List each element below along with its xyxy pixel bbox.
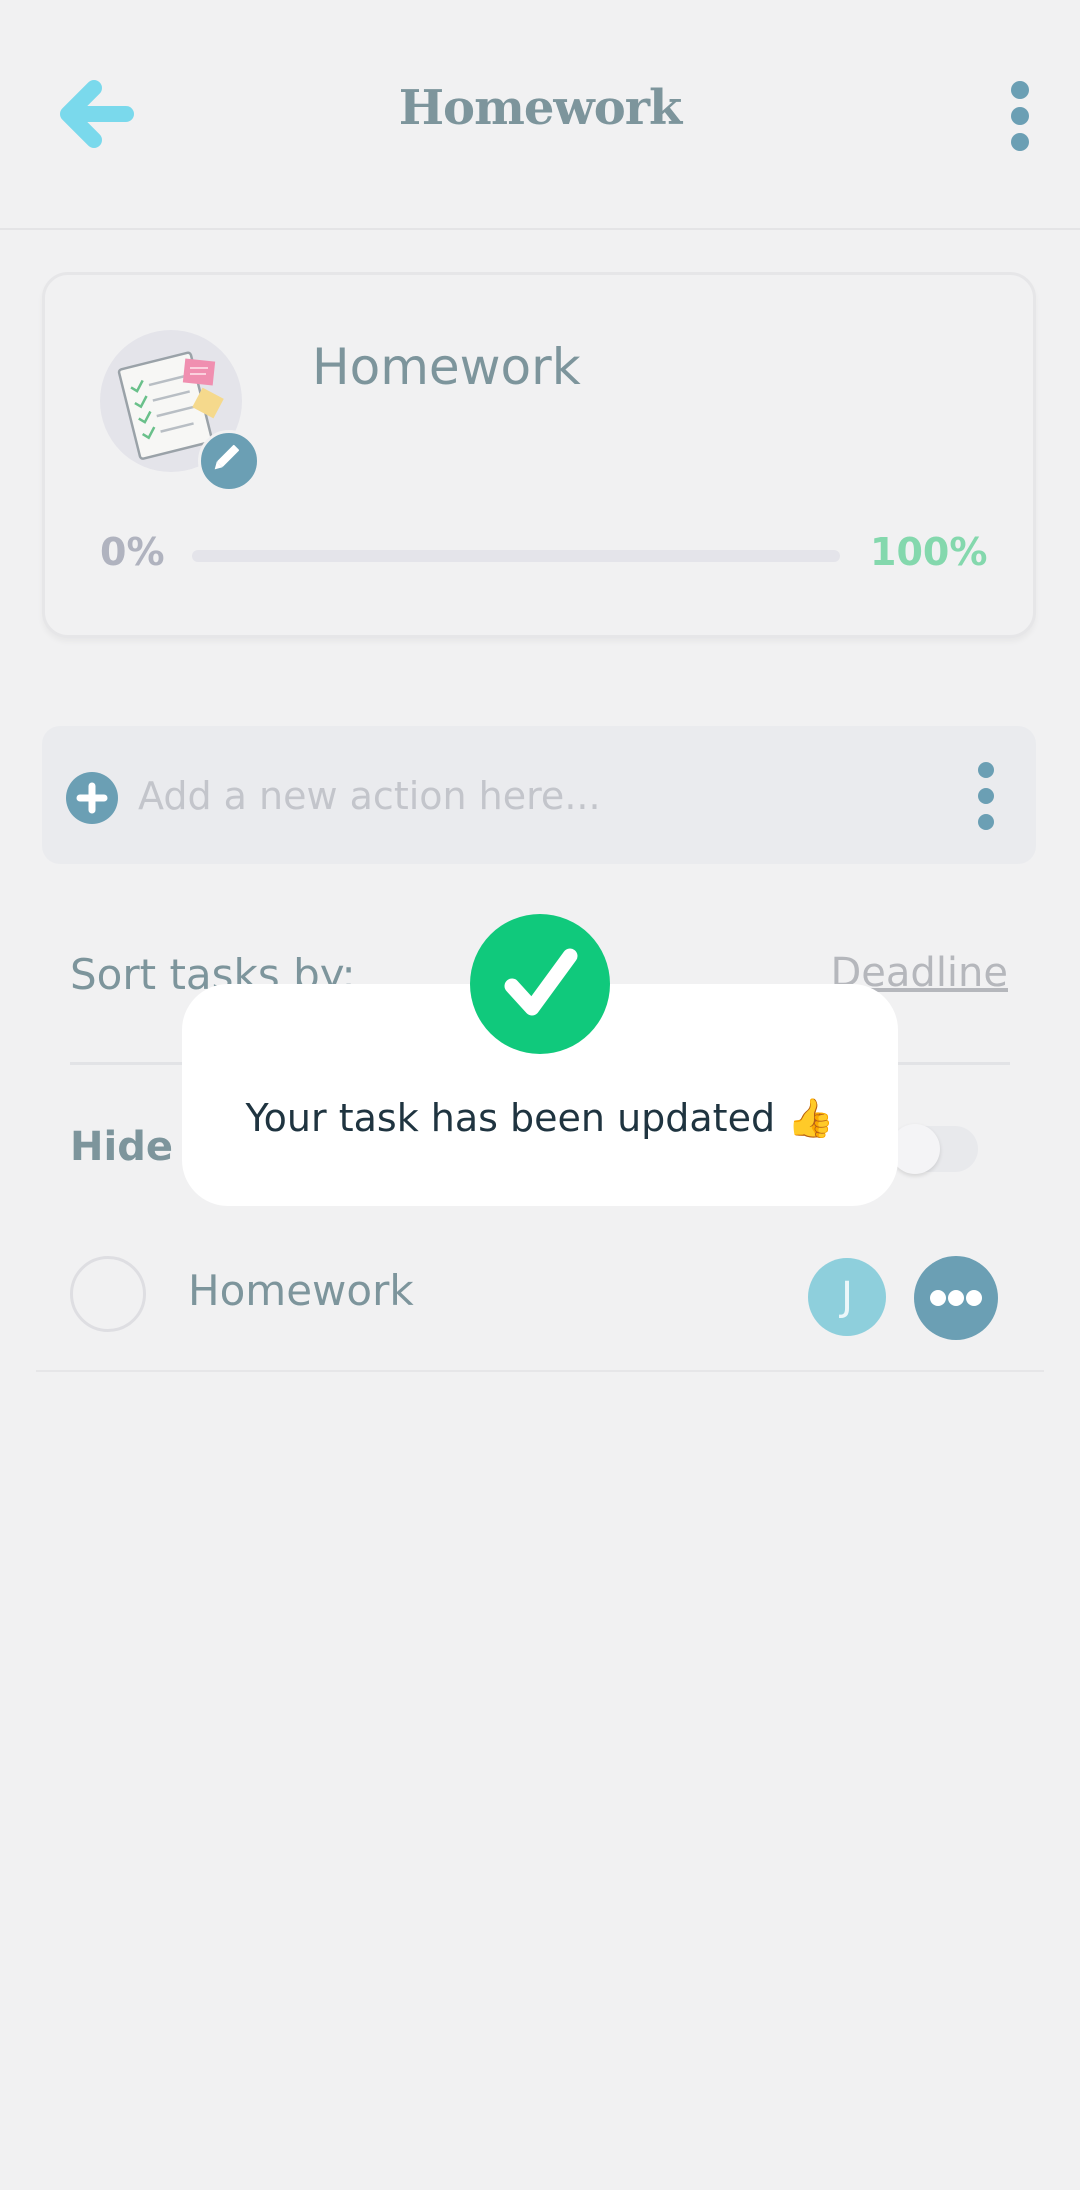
horizontal-ellipsis-icon: [930, 1290, 982, 1306]
edit-project-button[interactable]: [198, 430, 260, 492]
add-action-button[interactable]: [66, 772, 118, 824]
progress-start-label: 0%: [100, 530, 165, 574]
success-badge: [470, 914, 610, 1054]
page-title: Homework: [398, 80, 683, 136]
add-action-input[interactable]: [138, 768, 938, 824]
plus-icon: [76, 782, 108, 814]
assignee-avatar[interactable]: J: [808, 1258, 886, 1336]
task-more-button[interactable]: [914, 1256, 998, 1340]
vertical-ellipsis-icon: [1011, 81, 1029, 151]
divider: [36, 1370, 1044, 1372]
task-checkbox[interactable]: [70, 1256, 146, 1332]
add-action-menu-button[interactable]: [976, 760, 996, 832]
project-name: Homework: [312, 338, 581, 396]
toast-message: Your task has been updated 👍: [245, 1096, 835, 1140]
check-icon: [504, 948, 578, 1016]
progress-bar: [192, 550, 840, 562]
header-menu-button[interactable]: [1000, 80, 1040, 152]
progress-end-label: 100%: [870, 530, 988, 574]
task-title[interactable]: Homework: [188, 1266, 414, 1315]
vertical-ellipsis-icon: [978, 762, 994, 830]
pencil-icon: [214, 444, 240, 470]
